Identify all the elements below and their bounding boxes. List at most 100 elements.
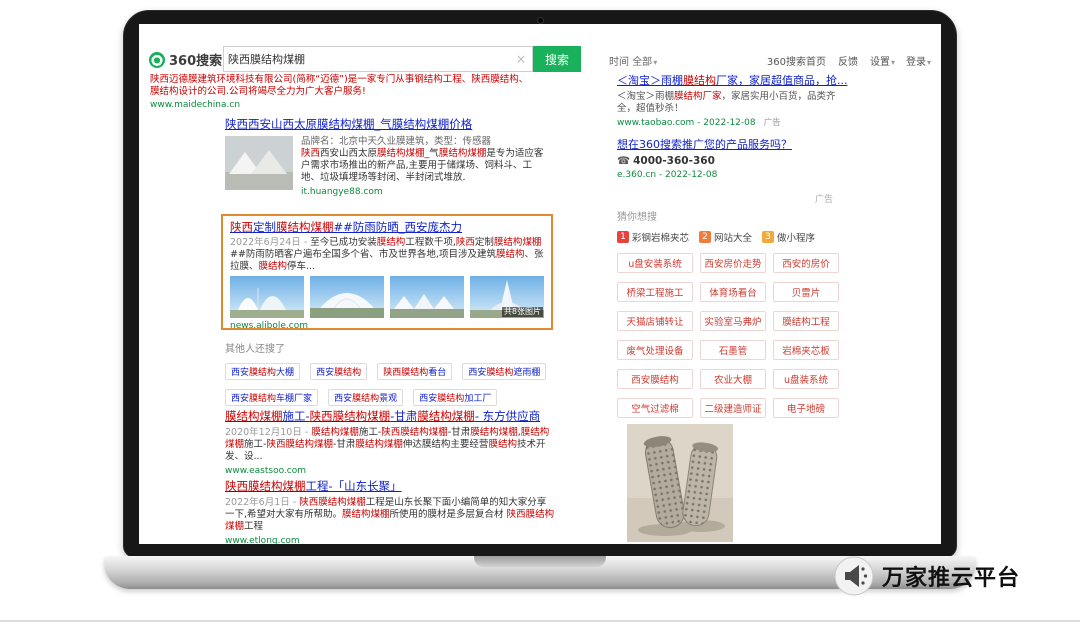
suggested-tag[interactable]: 膜结构工程 (773, 311, 839, 331)
result-url: www.etlong.com (225, 536, 555, 544)
search-button[interactable]: 搜索 (533, 46, 581, 72)
ad-title-link[interactable]: ＜淘宝＞雨棚膜结构厂家，家居超值商品，抢... (617, 72, 839, 88)
result-thumbnail-image[interactable] (310, 276, 384, 318)
chevron-down-icon: ▾ (653, 58, 657, 67)
result-url: www.maidechina.cn (150, 100, 532, 110)
related-chip[interactable]: 西安膜结构遮雨棚 (462, 363, 546, 380)
watermark: 万家推云平台 (834, 556, 1020, 596)
search-box: × (223, 46, 533, 72)
laptop-screen-bezel: 360搜索 × 搜索 时间 全部▾ 360搜索首页 反馈 设置▾ 登录▾ (123, 10, 957, 558)
browser-viewport: 360搜索 × 搜索 时间 全部▾ 360搜索首页 反馈 设置▾ 登录▾ (139, 24, 941, 544)
360-logo-icon (149, 52, 165, 68)
ad-360-promo: 想在360搜索推广您的产品服务吗？ ☎4000-360-360 e.360.cn… (617, 136, 839, 180)
suggested-tag[interactable]: u盘安装系统 (617, 253, 693, 273)
suggested-tag[interactable]: 桥梁工程施工 (617, 282, 693, 302)
suggested-tag[interactable]: 岩棉夹芯板 (773, 340, 839, 360)
result-snippet: 2022年6月1日 - 陕西膜结构煤棚工程是山东长聚下面小编简单的知大家分享一下… (225, 497, 555, 533)
phone-icon: ☎ (617, 155, 630, 167)
ad-url: e.360.cn - 2022-12-08 (617, 170, 839, 180)
top-link-settings[interactable]: 设置▾ (870, 53, 895, 68)
related-chip[interactable]: 西安膜结构车棚厂家 (225, 389, 318, 406)
top-links: 360搜索首页 反馈 设置▾ 登录▾ (767, 53, 931, 68)
time-filter-value: 全部 (632, 57, 652, 68)
photo-count-badge: 共8张图片 (502, 307, 543, 317)
search-result-highlighted: 陕西定制膜结构煤棚##防雨防晒_西安庞杰力 2022年6月24日 - 至今已成功… (221, 214, 553, 330)
related-chip[interactable]: 西安膜结构景观 (328, 389, 403, 406)
suggested-tag[interactable]: 实验室马弗炉 (700, 311, 766, 331)
chevron-down-icon: ▾ (891, 58, 895, 67)
suggested-tag[interactable]: 贝雷片 (773, 282, 839, 302)
ads-block-label: 广告 (815, 192, 833, 205)
suggested-tag[interactable]: 农业大棚 (700, 369, 766, 389)
related-chip-group: 西安膜结构大棚 西安膜结构 陕西膜结构看台 西安膜结构遮雨棚 西安膜结构车棚厂家… (225, 360, 561, 412)
ad-tag: 广告 (764, 116, 781, 128)
search-result-etlong: 陕西膜结构煤棚工程-「山东长聚」 2022年6月1日 - 陕西膜结构煤棚工程是山… (225, 478, 555, 544)
related-searches: 其他人还搜了 西安膜结构大棚 西安膜结构 陕西膜结构看台 西安膜结构遮雨棚 西安… (225, 340, 561, 412)
time-filter-label: 时间 (609, 57, 629, 68)
top-link-home[interactable]: 360搜索首页 (767, 53, 827, 68)
suggested-tag[interactable]: 电子地磅 (773, 398, 839, 418)
suggested-tag[interactable]: u盘装系统 (773, 369, 839, 389)
suggested-searches: 猜你想搜 1彩钢岩棉夹芯 2网站大全 3做小程序 u盘安装系统 西安房价走势 西… (617, 208, 843, 418)
suggested-tag[interactable]: 石墨管 (700, 340, 766, 360)
result-title-link[interactable]: 膜结构煤棚施工-陕西膜结构煤棚-甘肃膜结构煤棚- 东方供应商 (225, 408, 555, 424)
search-result-huangye: 陕西西安山西太原膜结构煤棚_气膜结构煤棚价格 品牌名：北京中天久业膜建筑，类型：… (225, 116, 551, 197)
result-url: news.alibole.com (230, 321, 544, 331)
ad-title-link[interactable]: 想在360搜索推广您的产品服务吗？ (617, 136, 839, 152)
page-background: 360搜索 × 搜索 时间 全部▾ 360搜索首页 反馈 设置▾ 登录▾ (0, 0, 1080, 628)
search-result-partial: 陕西迈德膜建筑环境科技有限公司(简称“迈德”)是一家专门从事钢结构工程、陕西膜结… (150, 74, 532, 110)
related-chip[interactable]: 西安膜结构大棚 (225, 363, 300, 380)
hot-search-item[interactable]: 3做小程序 (762, 230, 815, 244)
result-date: 2022年6月1日 - (225, 497, 299, 508)
suggested-tag[interactable]: 西安的房价 (773, 253, 839, 273)
suggested-tag[interactable]: 天猫店铺转让 (617, 311, 693, 331)
suggested-tag[interactable]: 空气过滤棉 (617, 398, 693, 418)
suggested-tag[interactable]: 废气处理设备 (617, 340, 693, 360)
rank-badge: 1 (617, 231, 629, 243)
related-chip[interactable]: 西安膜结构加工厂 (413, 389, 497, 406)
result-url: www.eastsoo.com (225, 466, 555, 476)
suggested-tag[interactable]: 体育场看台 (700, 282, 766, 302)
result-title-link[interactable]: 陕西西安山西太原膜结构煤棚_气膜结构煤棚价格 (225, 116, 551, 132)
result-snippet: 2020年12月10日 - 膜结构煤棚施工-陕西膜结构煤棚-甘肃膜结构煤棚,膜结… (225, 427, 555, 463)
suggested-tag-grid: u盘安装系统 西安房价走势 西安的房价 桥梁工程施工 体育场看台 贝雷片 天猫店… (617, 253, 843, 418)
ad-url: www.taobao.com - 2022-12-08 (617, 118, 756, 128)
result-snippet: 陕西西安山西太原膜结构煤棚_气膜结构煤棚是专为适应客户需求市场推出的新产品,主要… (301, 148, 549, 184)
result-thumbnail-image[interactable] (390, 276, 464, 318)
megaphone-icon (834, 556, 874, 596)
result-url: it.huangye88.com (301, 187, 549, 197)
time-filter[interactable]: 时间 全部▾ (609, 53, 657, 68)
result-snippet: 2022年6月24日 - 至今已成功安装膜结构工程数千项,陕西定制膜结构煤棚##… (230, 237, 544, 273)
result-thumbnail-image[interactable] (225, 136, 293, 190)
suggested-tag[interactable]: 西安膜结构 (617, 369, 693, 389)
rank-badge: 2 (699, 231, 711, 243)
search-result-eastsoo: 膜结构煤棚施工-陕西膜结构煤棚-甘肃膜结构煤棚- 东方供应商 2020年12月1… (225, 408, 555, 476)
ad-taobao: ＜淘宝＞雨棚膜结构厂家，家居超值商品，抢... ＜淘宝＞雨棚膜结构厂家，家居实用… (617, 72, 839, 128)
search-input[interactable] (224, 53, 510, 66)
product-photo[interactable] (627, 424, 733, 542)
result-title-link[interactable]: 陕西定制膜结构煤棚##防雨防晒_西安庞杰力 (230, 219, 544, 235)
hot-search-item[interactable]: 1彩钢岩棉夹芯 (617, 230, 689, 244)
suggested-tag[interactable]: 二级建造师证 (700, 398, 766, 418)
related-chip[interactable]: 陕西膜结构看台 (377, 363, 452, 380)
result-thumbnail-image[interactable] (230, 276, 304, 318)
top-link-login[interactable]: 登录▾ (906, 53, 931, 68)
top-link-feedback[interactable]: 反馈 (838, 53, 859, 68)
result-meta: 品牌名：北京中天久业膜建筑，类型：传感器 (301, 136, 549, 148)
related-chip[interactable]: 西安膜结构 (310, 363, 367, 380)
360-logo[interactable]: 360搜索 (149, 50, 222, 69)
result-date: 2020年12月10日 - (225, 427, 311, 438)
laptop-camera-icon (538, 18, 543, 23)
hot-search-item[interactable]: 2网站大全 (699, 230, 752, 244)
clear-icon[interactable]: × (510, 52, 532, 66)
ad-description: ＜淘宝＞雨棚膜结构厂家，家居实用小百货，品类齐全，超值秒杀！ (617, 91, 839, 115)
360-logo-text: 360搜索 (169, 50, 222, 69)
desk-edge-line (0, 620, 1080, 622)
rank-badge: 3 (762, 231, 774, 243)
suggested-tag[interactable]: 西安房价走势 (700, 253, 766, 273)
result-thumbnail-image[interactable]: 共8张图片 (470, 276, 544, 318)
ad-phone: ☎4000-360-360 (617, 155, 839, 167)
result-title-link[interactable]: 陕西膜结构煤棚工程-「山东长聚」 (225, 478, 555, 494)
result-snippet: 陕西迈德膜建筑环境科技有限公司(简称“迈德”)是一家专门从事钢结构工程、陕西膜结… (150, 74, 532, 97)
result-date: 2022年6月24日 - (230, 237, 310, 248)
